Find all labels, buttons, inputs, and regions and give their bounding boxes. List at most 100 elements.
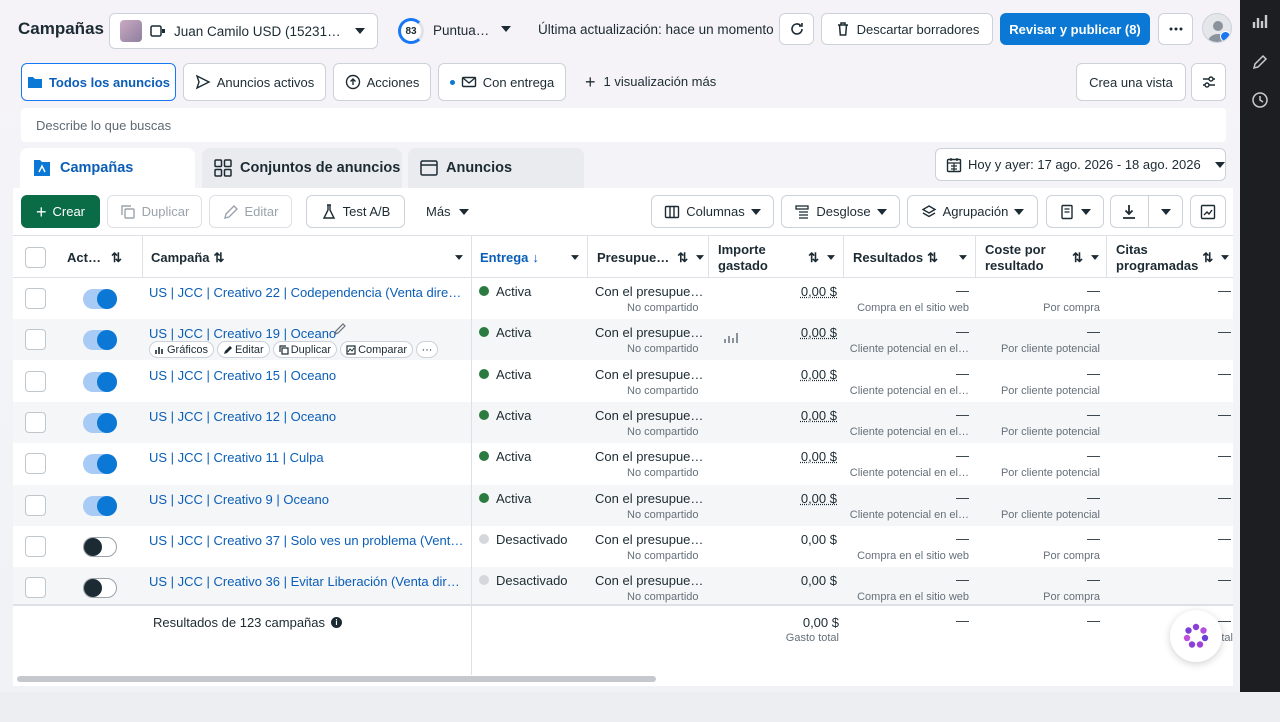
col-campaign[interactable]: Campaña ⇅	[142, 236, 471, 279]
active-toggle[interactable]	[83, 289, 117, 309]
chevron-down-icon	[1014, 208, 1025, 215]
account-selector[interactable]: Juan Camilo USD (15231…	[109, 13, 378, 49]
campaign-name-link[interactable]: US | JCC | Creativo 22 | Codependencia (…	[149, 285, 464, 300]
row-checkbox[interactable]	[25, 329, 46, 351]
pencil-icon[interactable]	[1250, 52, 1270, 72]
view-settings-button[interactable]	[1191, 63, 1226, 101]
horizontal-scrollbar[interactable]	[17, 676, 656, 682]
refresh-button[interactable]	[779, 13, 814, 45]
col-results[interactable]: Resultados ⇅	[844, 236, 975, 279]
row-checkbox[interactable]	[25, 453, 46, 475]
campaigns-table: Act… ⇅ Campaña ⇅ Entrega ↓ Presupue… ⇅ I…	[13, 235, 1233, 675]
profile-avatar[interactable]	[1202, 13, 1232, 43]
results-value: —	[956, 572, 969, 588]
row-checkbox[interactable]	[25, 577, 46, 599]
row-checkbox[interactable]	[25, 535, 46, 557]
campaign-name-link[interactable]: US | JCC | Creativo 12 | Oceano	[149, 409, 464, 424]
create-view-button[interactable]: Crea una vista	[1076, 63, 1186, 101]
row-more-button[interactable]: ···	[415, 341, 438, 359]
campaign-name-link[interactable]: US | JCC | Creativo 15 | Oceano	[149, 368, 464, 383]
view-all-ads[interactable]: Todos los anuncios	[21, 63, 176, 101]
columns-button[interactable]: Columnas	[651, 195, 774, 228]
view-with-delivery[interactable]: Con entrega	[438, 63, 566, 101]
active-toggle[interactable]	[83, 454, 117, 475]
cost-per-result: —	[1087, 448, 1100, 464]
view-actions[interactable]: Acciones	[333, 63, 431, 101]
col-active[interactable]: Act… ⇅	[58, 236, 142, 279]
budget-sub: No compartido	[627, 508, 699, 521]
edit-button[interactable]: Editar	[209, 195, 292, 228]
active-toggle[interactable]	[83, 495, 117, 516]
row-compare-button[interactable]: Comparar	[340, 341, 413, 359]
row-edit-button[interactable]: Editar	[216, 341, 270, 359]
edit-name-icon[interactable]	[333, 322, 347, 336]
table-row[interactable]: US | JCC | Creativo 12 | Oceano Activa Con…	[13, 401, 1233, 443]
campaign-name-link[interactable]: US | JCC | Creativo 19 | Oceano	[149, 326, 464, 341]
mini-chart-icon[interactable]	[723, 331, 739, 344]
cost-per-result-type: Por cliente potencial	[1000, 343, 1100, 356]
more-views-link[interactable]: + 1 visualización más	[585, 73, 716, 91]
col-cost-per-result[interactable]: Coste por resultado ⇅	[976, 236, 1107, 279]
table-row[interactable]: US | JCC | Creativo 15 | Oceano Activa Con…	[13, 361, 1233, 402]
col-amount-spent[interactable]: Importe gastado ⇅	[709, 236, 843, 279]
row-checkbox[interactable]	[25, 494, 46, 516]
col-scheduled-appointments[interactable]: Citas programadas ⇅	[1107, 236, 1233, 279]
ab-test-button[interactable]: Test A/B	[306, 195, 405, 228]
chevron-down-icon[interactable]	[501, 26, 511, 32]
info-icon[interactable]: i	[331, 617, 343, 628]
duplicate-button[interactable]: Duplicar	[107, 195, 202, 228]
charts-toggle-button[interactable]	[1190, 195, 1226, 228]
table-row[interactable]: US | JCC | Creativo 37 | Solo ves un pro…	[13, 526, 1233, 567]
table-row[interactable]: US | JCC | Creativo 9 | Oceano Activa Con …	[13, 484, 1233, 526]
clock-icon[interactable]	[1250, 90, 1270, 110]
row-checkbox[interactable]	[25, 288, 46, 309]
create-button[interactable]: + Crear	[21, 195, 100, 228]
grouping-button[interactable]: Agrupación	[907, 195, 1038, 228]
table-row[interactable]: US | JCC | Creativo 19 | Oceano Activa Con…	[13, 319, 1233, 361]
tab-campaigns[interactable]: Campañas	[20, 148, 195, 188]
table-row[interactable]: US | JCC | Creativo 36 | Evitar Liberaci…	[13, 567, 1233, 609]
select-all-checkbox[interactable]	[25, 247, 46, 268]
export-button[interactable]	[1110, 195, 1183, 228]
cost-per-result-type: Por cliente potencial	[1000, 508, 1100, 521]
campaign-name-link[interactable]: US | JCC | Creativo 11 | Culpa	[149, 450, 464, 465]
view-active-ads[interactable]: Anuncios activos	[183, 63, 326, 101]
delivery-status-dot	[479, 492, 489, 503]
delivery-status-dot	[479, 575, 489, 586]
breakdown-button[interactable]: Desglose	[781, 195, 900, 228]
col-budget[interactable]: Presupue… ⇅	[588, 236, 708, 279]
active-toggle[interactable]	[83, 330, 117, 351]
table-row[interactable]: US | JCC | Creativo 22 | Codependencia (…	[13, 278, 1233, 319]
active-toggle[interactable]	[83, 578, 117, 599]
delivery-status: Activa	[496, 284, 532, 299]
active-toggle[interactable]	[83, 412, 117, 433]
sparkle-flower-icon	[1183, 623, 1209, 648]
sort-icon: ⇅	[1202, 249, 1214, 265]
score-label[interactable]: Puntua…	[433, 23, 489, 38]
calendar-icon	[946, 157, 962, 172]
reports-button[interactable]	[1046, 195, 1104, 228]
campaign-name-link[interactable]: US | JCC | Creativo 9 | Oceano	[149, 492, 464, 507]
search-input[interactable]: Describe lo que buscas	[21, 108, 1226, 142]
col-delivery[interactable]: Entrega ↓	[471, 236, 587, 279]
assistant-button[interactable]	[1170, 610, 1222, 662]
score-ring[interactable]: 83	[398, 18, 424, 44]
more-options-button[interactable]	[1158, 13, 1193, 45]
campaign-name-link[interactable]: US | JCC | Creativo 37 | Solo ves un pro…	[149, 533, 464, 548]
more-menu-button[interactable]: Más	[426, 204, 469, 219]
table-row[interactable]: US | JCC | Creativo 11 | Culpa Activa Con …	[13, 443, 1233, 484]
row-duplicate-button[interactable]: Duplicar	[272, 341, 338, 359]
bar-chart-icon[interactable]	[1250, 12, 1270, 32]
tab-adsets[interactable]: Conjuntos de anuncios	[202, 148, 402, 188]
active-toggle[interactable]	[83, 371, 117, 392]
row-checkbox[interactable]	[25, 370, 46, 392]
row-checkbox[interactable]	[25, 411, 46, 433]
review-publish-button[interactable]: Revisar y publicar (8)	[1000, 13, 1150, 45]
appointments-value: —	[1218, 572, 1231, 588]
discard-drafts-button[interactable]: Descartar borradores	[821, 13, 993, 45]
campaign-name-link[interactable]: US | JCC | Creativo 36 | Evitar Liberaci…	[149, 574, 464, 589]
tab-ads[interactable]: Anuncios	[408, 148, 584, 188]
active-toggle[interactable]	[83, 536, 117, 557]
date-range-picker[interactable]: Hoy y ayer: 17 ago. 2026 - 18 ago. 2026	[935, 148, 1226, 181]
row-charts-button[interactable]: Gráficos	[149, 341, 214, 359]
